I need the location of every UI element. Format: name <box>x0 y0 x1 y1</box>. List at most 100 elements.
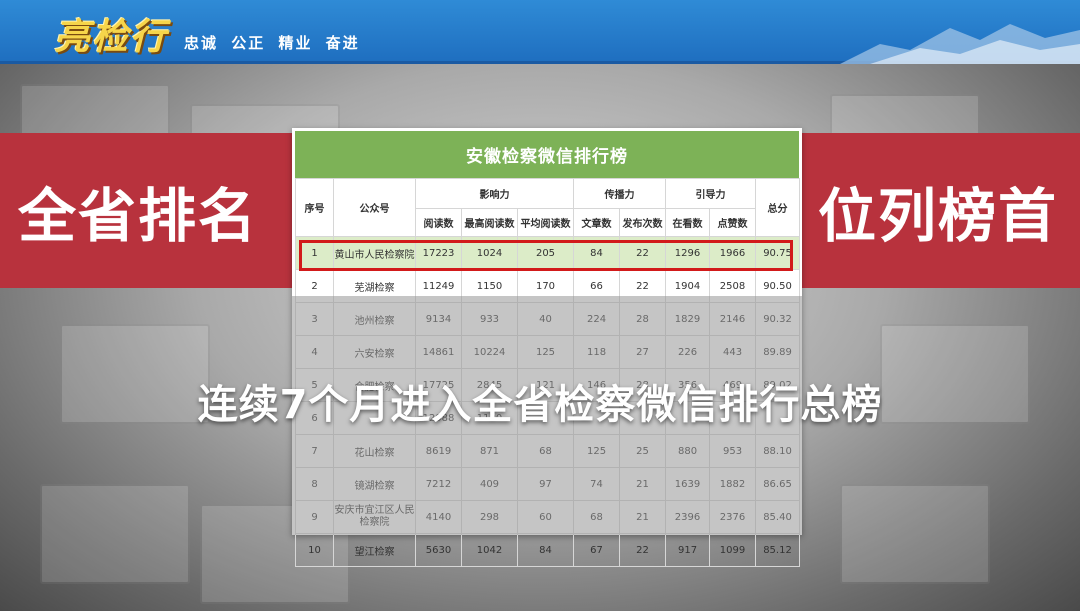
table-cell: 9134 <box>415 302 462 336</box>
table-cell: 22 <box>619 269 667 303</box>
table-cell: 917 <box>665 533 711 567</box>
header-influence: 影响力 <box>414 178 575 209</box>
table-cell: 4 <box>295 335 334 369</box>
table-cell: 1099 <box>709 533 757 567</box>
table-cell: 8619 <box>415 434 462 468</box>
table-cell: 205 <box>516 236 575 270</box>
table-row: 7 花山检察 8619 871 68 125 25 880 953 88.10 <box>295 434 801 468</box>
header-total: 总分 <box>755 178 801 237</box>
subheader-likes: 点赞数 <box>709 208 757 237</box>
table-cell: 85.40 <box>755 500 801 534</box>
table-cell: 11249 <box>415 269 462 303</box>
table-cell: 2508 <box>709 269 757 303</box>
table-cell: 27 <box>619 335 667 369</box>
table-cell: 90.32 <box>755 302 801 336</box>
table-cell: 7 <box>295 434 334 468</box>
table-cell: 1829 <box>665 302 711 336</box>
table-cell: 1296 <box>665 236 711 270</box>
account-name-cell: 镜湖检察 <box>333 467 416 501</box>
table-cell: 1042 <box>461 533 518 567</box>
table-cell: 74 <box>573 467 621 501</box>
table-cell: 10 <box>295 533 334 567</box>
table-cell: 871 <box>461 434 518 468</box>
table-cell: 1904 <box>665 269 711 303</box>
table-cell: 21 <box>619 500 667 534</box>
table-cell: 443 <box>709 335 757 369</box>
table-cell: 14861 <box>415 335 462 369</box>
table-cell: 8 <box>295 467 334 501</box>
table-row: 3 池州检察 9134 933 40 224 28 1829 2146 90.32 <box>295 302 801 336</box>
table-cell: 97 <box>516 467 575 501</box>
table-cell: 2 <box>295 269 334 303</box>
table-cell: 22 <box>619 236 667 270</box>
subheader-max-reads: 最高阅读数 <box>461 208 518 237</box>
right-banner-text: 位列榜首 <box>818 181 1059 250</box>
table-cell: 90.50 <box>755 269 801 303</box>
table-row: 4 六安检察 14861 10224 125 118 27 226 443 89.89 <box>295 335 801 369</box>
header-spread: 传播力 <box>573 178 667 209</box>
table-cell: 66 <box>573 269 621 303</box>
subheader-avg-reads: 平均阅读数 <box>516 208 575 237</box>
table-cell: 84 <box>573 236 621 270</box>
table-cell: 953 <box>709 434 757 468</box>
table-cell: 17223 <box>415 236 462 270</box>
account-name-cell: 花山检察 <box>333 434 416 468</box>
table-cell: 90.75 <box>755 236 801 270</box>
account-name-cell: 黄山市人民检察院 <box>333 236 416 270</box>
table-cell: 933 <box>461 302 518 336</box>
table-cell: 880 <box>665 434 711 468</box>
table-cell: 84 <box>516 533 575 567</box>
slogan: 忠诚 公正 精业 奋进 <box>184 34 360 52</box>
table-cell: 1966 <box>709 236 757 270</box>
brand-logo: 亮检行 <box>54 16 169 58</box>
account-name-cell: 池州检察 <box>333 302 416 336</box>
table-cell: 2396 <box>665 500 711 534</box>
table-cell: 226 <box>665 335 711 369</box>
table-title: 安徽检察微信排行榜 <box>295 131 799 178</box>
table-cell: 28 <box>619 302 667 336</box>
table-cell: 224 <box>573 302 621 336</box>
table-row: 1 黄山市人民检察院 17223 1024 205 84 22 1296 1966 90.75 <box>295 236 801 270</box>
right-banner: 位列榜首 <box>802 133 1080 288</box>
table-row: 2 芜湖检察 11249 1150 170 66 22 1904 2508 90.50 <box>295 269 801 303</box>
table-cell: 125 <box>573 434 621 468</box>
table-cell: 21 <box>619 467 667 501</box>
table-row: 9 安庆市宜江区人民检察院 4140 298 60 68 21 2396 2376 85.40 <box>295 500 801 534</box>
left-banner-text: 全省排名 <box>18 181 259 250</box>
table-cell: 1 <box>295 236 334 270</box>
table-cell: 25 <box>619 434 667 468</box>
caption-text: 连续7个月进入全省检察微信排行总榜 <box>197 382 883 428</box>
table-cell: 22 <box>619 533 667 567</box>
table-cell: 10224 <box>461 335 518 369</box>
table-cell: 67 <box>573 533 621 567</box>
table-cell: 86.65 <box>755 467 801 501</box>
table-cell: 60 <box>516 500 575 534</box>
table-cell: 4140 <box>415 500 462 534</box>
account-name-cell: 六安检察 <box>333 335 416 369</box>
subheader-reads: 阅读数 <box>415 208 462 237</box>
table-cell: 68 <box>516 434 575 468</box>
table-cell: 85.12 <box>755 533 801 567</box>
table-cell: 1882 <box>709 467 757 501</box>
mountain-decoration <box>840 24 1080 64</box>
table-cell: 68 <box>573 500 621 534</box>
table-cell: 3 <box>295 302 334 336</box>
table-cell: 89.89 <box>755 335 801 369</box>
table-cell: 88.10 <box>755 434 801 468</box>
subheader-publishes: 发布次数 <box>619 208 667 237</box>
table-cell: 125 <box>516 335 575 369</box>
table-cell: 1024 <box>461 236 518 270</box>
table-cell: 409 <box>461 467 518 501</box>
table-cell: 5630 <box>415 533 462 567</box>
account-name-cell: 芜湖检察 <box>333 269 416 303</box>
header-rank: 序号 <box>295 178 334 237</box>
table-cell: 118 <box>573 335 621 369</box>
table-cell: 2146 <box>709 302 757 336</box>
subheader-articles: 文章数 <box>573 208 621 237</box>
header-guidance: 引导力 <box>665 178 757 209</box>
subheader-watching: 在看数 <box>665 208 711 237</box>
table-row: 8 镜湖检察 7212 409 97 74 21 1639 1882 86.65 <box>295 467 801 501</box>
table-cell: 1150 <box>461 269 518 303</box>
table-cell: 7212 <box>415 467 462 501</box>
table-cell: 40 <box>516 302 575 336</box>
